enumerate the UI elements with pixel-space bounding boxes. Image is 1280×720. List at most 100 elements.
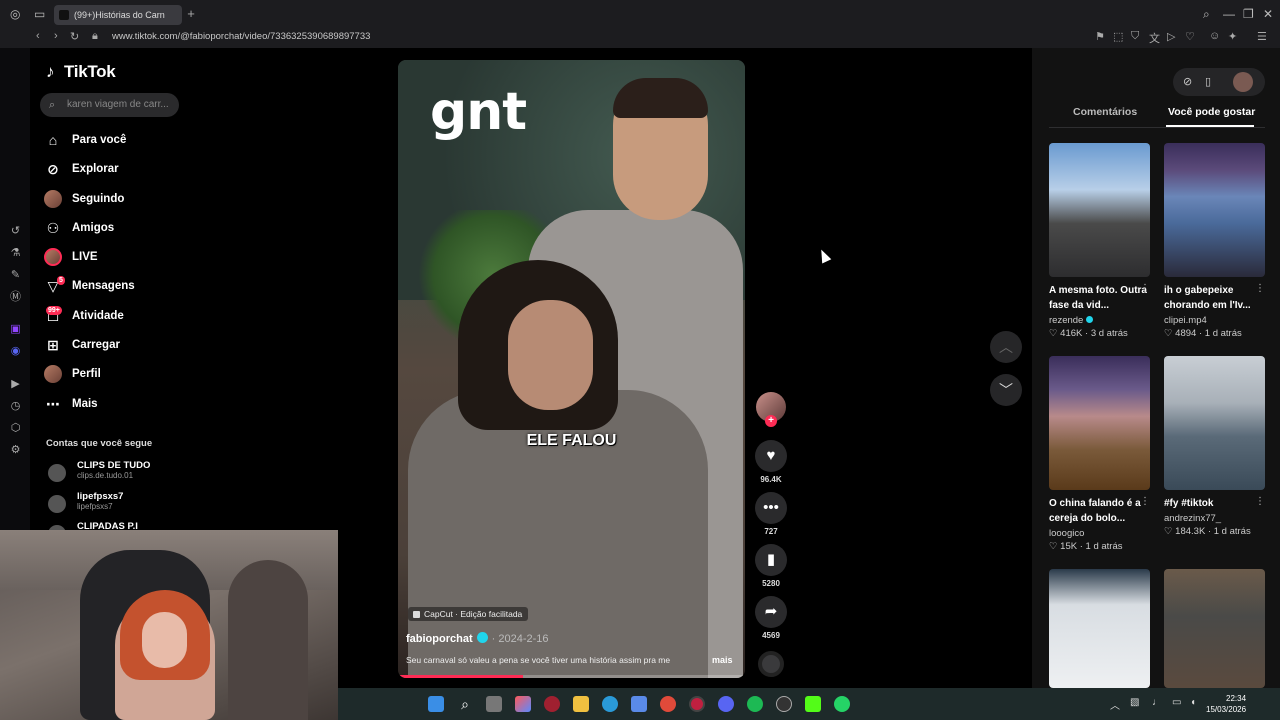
search-icon[interactable]: ⌕ <box>457 696 473 712</box>
widgets-icon[interactable] <box>515 696 531 712</box>
history-icon[interactable]: ↺ <box>9 225 22 238</box>
extensions-icon[interactable]: ⚗ <box>9 247 22 260</box>
mic-icon[interactable]: ♩ <box>1152 697 1162 708</box>
reload-icon[interactable]: ↻ <box>70 30 79 43</box>
card-title[interactable]: A mesma foto. Outra fase da vid... <box>1049 283 1151 313</box>
mail-icon[interactable]: Ⓜ <box>9 291 22 304</box>
nav-item-para-voce[interactable]: ⌂ Para você <box>44 129 127 151</box>
tab-active[interactable]: (99+)Histórias do Carn <box>54 5 182 25</box>
back-icon[interactable]: ‹ <box>36 30 40 42</box>
minimize-icon[interactable]: — <box>1223 6 1235 22</box>
previous-video-button[interactable]: ︿ <box>990 331 1022 363</box>
new-tab-button[interactable]: + <box>184 5 198 23</box>
start-icon[interactable] <box>428 696 444 712</box>
nav-item-amigos[interactable]: ⚇ Amigos <box>44 217 114 239</box>
capcut-tag[interactable]: CapCut · Edição facilitada <box>408 607 529 621</box>
like-button[interactable]: ♥ 96.4K <box>755 440 787 484</box>
notes-icon[interactable]: ✎ <box>9 269 22 282</box>
bookmark-icon[interactable]: ⚑ <box>1095 30 1105 43</box>
share-button[interactable]: ➦ 4569 <box>755 596 787 640</box>
network-icon[interactable]: ▭ <box>1172 697 1181 708</box>
save-button[interactable]: ▮ 5280 <box>755 544 787 588</box>
close-icon[interactable]: ✕ <box>1263 6 1273 22</box>
next-video-button[interactable]: ﹀ <box>990 374 1022 406</box>
settings-icon[interactable]: ⚙ <box>9 444 22 457</box>
screenshot-icon[interactable]: ⬚ <box>1113 30 1123 43</box>
kick-icon[interactable] <box>805 696 821 712</box>
play-icon[interactable]: ▷ <box>1167 30 1175 43</box>
nav-item-explorar[interactable]: ⊘ Explorar <box>44 158 119 180</box>
app-icon[interactable] <box>544 696 560 712</box>
video-thumbnail[interactable] <box>1049 143 1150 277</box>
clock-icon[interactable]: ◷ <box>9 400 22 413</box>
card-author[interactable]: rezende <box>1049 315 1093 326</box>
nav-item-seguindo[interactable]: Seguindo <box>44 188 124 210</box>
discord-icon[interactable] <box>718 696 734 712</box>
forward-icon[interactable]: › <box>54 30 58 42</box>
card-more-icon[interactable]: ⋮ <box>1140 283 1150 294</box>
compass-icon[interactable]: ⊘ <box>1183 75 1192 88</box>
system-clock[interactable]: 22:34 15/03/2026 <box>1206 693 1246 715</box>
video-progress-bar[interactable] <box>398 675 745 678</box>
translate-icon[interactable]: 文 <box>1149 30 1160 46</box>
edge-icon[interactable] <box>602 696 618 712</box>
puzzle-icon[interactable]: ⬡ <box>9 422 22 435</box>
profile-icon[interactable]: ☺ <box>1209 30 1220 42</box>
tray-chevron-icon[interactable]: ︿ <box>1110 697 1120 712</box>
nav-item-atividade[interactable]: ☐ 99+ Atividade <box>44 305 124 327</box>
tray-icon[interactable]: ▧ <box>1130 697 1139 708</box>
menu-icon[interactable]: ☰ <box>1257 30 1267 43</box>
search-input[interactable]: ⌕ karen viagem de carr... <box>40 93 179 117</box>
card-title[interactable]: O china falando é a cereja do bolo... <box>1049 496 1151 526</box>
volume-icon[interactable]: ◖ <box>1190 697 1196 708</box>
card-more-icon[interactable]: ⋮ <box>1255 283 1265 294</box>
file-explorer-icon[interactable] <box>573 696 589 712</box>
nav-item-carregar[interactable]: ⊞ Carregar <box>44 334 120 356</box>
opera-icon[interactable] <box>689 696 705 712</box>
music-disc-icon[interactable] <box>758 651 784 677</box>
nav-item-mensagens[interactable]: ▽ 5 Mensagens <box>44 275 135 297</box>
url-field[interactable]: www.tiktok.com/@fabioporchat/video/73363… <box>112 31 370 42</box>
discord-icon[interactable]: ◉ <box>9 345 22 358</box>
following-account[interactable]: lipefpsxs7 lipefpsxs7 <box>46 491 123 515</box>
chrome-icon[interactable] <box>660 696 676 712</box>
video-thumbnail[interactable] <box>1049 356 1150 490</box>
card-author[interactable]: andrezinx77_ <box>1164 513 1221 524</box>
spotify-icon[interactable] <box>747 696 763 712</box>
card-more-icon[interactable]: ⋮ <box>1255 496 1265 507</box>
video-thumbnail[interactable] <box>1164 356 1265 490</box>
video-thumbnail[interactable] <box>1164 569 1265 688</box>
whatsapp-icon[interactable] <box>834 696 850 712</box>
restore-icon[interactable]: ❐ <box>1243 6 1254 22</box>
video-player[interactable]: gnt ELE FALOU CapCut · Edição facilitada… <box>398 60 745 678</box>
ai-icon[interactable]: ✦ <box>1228 30 1237 43</box>
player-icon[interactable]: ▶ <box>9 378 22 391</box>
follow-plus-button[interactable]: + <box>765 415 777 427</box>
card-title[interactable]: #fy #tiktok <box>1164 496 1266 511</box>
search-icon[interactable]: ⌕ <box>1203 6 1210 22</box>
following-account[interactable]: CLIPS DE TUDO clips.de.tudo.01 <box>46 460 150 484</box>
shield-icon[interactable]: ⛉ <box>1131 30 1139 43</box>
nav-item-perfil[interactable]: Perfil <box>44 363 101 385</box>
nav-item-mais[interactable]: ⋯ Mais <box>44 393 98 415</box>
user-avatar[interactable] <box>1233 72 1253 92</box>
heart-icon[interactable]: ♡ <box>1185 30 1195 43</box>
video-thumbnail[interactable] <box>1049 569 1150 688</box>
card-title[interactable]: ih o gabepeixe chorando em l'Iv... <box>1164 283 1266 313</box>
more-button[interactable]: mais <box>712 655 733 665</box>
nav-item-live[interactable]: LIVE <box>44 246 98 268</box>
card-more-icon[interactable]: ⋮ <box>1140 496 1150 507</box>
obs-icon[interactable] <box>776 696 792 712</box>
store-icon[interactable] <box>631 696 647 712</box>
video-author[interactable]: fabioporchat · 2024-2-16 <box>406 632 549 645</box>
tiktok-logo[interactable]: ♪ TikTok <box>46 62 116 82</box>
browser-logo-icon[interactable]: ◎ <box>10 6 20 22</box>
tab-voce-pode-gostar[interactable]: Você pode gostar <box>1168 106 1255 118</box>
comment-button[interactable]: ••• 727 <box>755 492 787 536</box>
tabs-overview-icon[interactable]: ▭ <box>34 6 45 22</box>
tab-comentarios[interactable]: Comentários <box>1073 106 1137 118</box>
twitch-icon[interactable]: ▣ <box>9 323 22 336</box>
video-thumbnail[interactable] <box>1164 143 1265 277</box>
task-view-icon[interactable] <box>486 696 502 712</box>
phone-icon[interactable]: ▯ <box>1205 75 1211 88</box>
